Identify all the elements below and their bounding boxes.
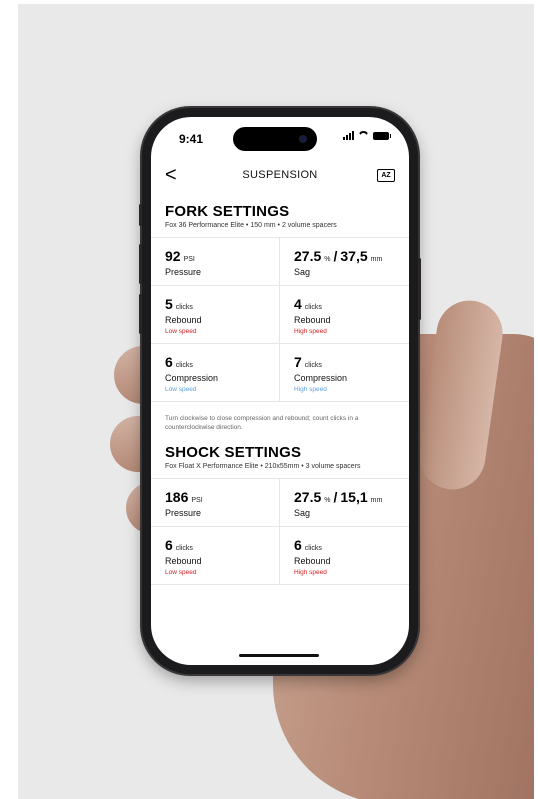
fork-sag-mm-unit: mm xyxy=(370,256,383,263)
shock-pressure-cell[interactable]: 186 PSI Pressure xyxy=(151,479,280,527)
fork-pressure-unit: PSI xyxy=(183,256,195,263)
fork-sag-percent: 27.5 xyxy=(294,248,322,264)
action-button xyxy=(139,204,142,226)
shock-settings-title: SHOCK SETTINGS xyxy=(165,444,302,461)
shock-rebound-high-speed: High speed xyxy=(294,569,327,576)
fork-rebound-high-value: 4 xyxy=(294,296,302,312)
shock-sag-percent-unit: % xyxy=(324,497,331,504)
fork-compression-high-cell[interactable]: 7 clicks Compression High speed xyxy=(280,344,409,402)
shock-pressure-value: 186 xyxy=(165,489,189,505)
shock-rebound-low-cell[interactable]: 6 clicks Rebound Low speed xyxy=(151,527,280,585)
signal-icon xyxy=(343,131,354,140)
fork-compression-low-cell[interactable]: 6 clicks Compression Low speed xyxy=(151,344,280,402)
fork-compression-high-unit: clicks xyxy=(304,362,322,369)
fork-compression-low-speed: Low speed xyxy=(165,386,197,393)
fork-settings-grid: 92 PSI Pressure 27.5%/37,5 mm Sag 5 clicks … xyxy=(151,237,409,402)
fork-sag-percent-unit: % xyxy=(324,256,331,263)
fork-compression-low-value: 6 xyxy=(165,354,173,370)
photo-background: 9:41 < SUSPENSION AZ FORK SETTINGS Fox 3… xyxy=(18,4,534,799)
shock-rebound-low-label: Rebound xyxy=(165,556,202,566)
shock-rebound-high-unit: clicks xyxy=(304,545,322,552)
phone-screen: 9:41 < SUSPENSION AZ FORK SETTINGS Fox 3… xyxy=(151,117,409,665)
fork-rebound-low-label: Rebound xyxy=(165,315,202,325)
dynamic-island xyxy=(233,127,317,151)
fork-rebound-high-cell[interactable]: 4 clicks Rebound High speed xyxy=(280,286,409,344)
shock-sag-label: Sag xyxy=(294,508,311,518)
volume-down-button xyxy=(139,294,142,334)
volume-up-button xyxy=(139,244,142,284)
shock-rebound-high-value: 6 xyxy=(294,537,302,553)
fork-sag-label: Sag xyxy=(294,267,311,277)
page-title: SUSPENSION xyxy=(242,169,318,181)
shock-sag-mm: 15,1 xyxy=(340,489,368,505)
fork-rebound-low-value: 5 xyxy=(165,296,173,312)
battery-icon xyxy=(373,132,391,140)
shock-sag-mm-unit: mm xyxy=(370,497,383,504)
content: FORK SETTINGS Fox 36 Performance Elite •… xyxy=(151,203,409,585)
nav-bar: < SUSPENSION AZ xyxy=(151,161,409,191)
fork-rebound-high-speed: High speed xyxy=(294,328,327,335)
fork-sag-separator: / xyxy=(333,248,338,264)
shock-rebound-low-unit: clicks xyxy=(175,545,193,552)
fork-sag-cell[interactable]: 27.5%/37,5 mm Sag xyxy=(280,238,409,286)
shock-rebound-high-label: Rebound xyxy=(294,556,331,566)
shock-pressure-label: Pressure xyxy=(165,508,202,518)
shock-pressure-unit: PSI xyxy=(191,497,203,504)
fork-settings-title: FORK SETTINGS xyxy=(165,203,290,220)
fork-rebound-high-label: Rebound xyxy=(294,315,331,325)
fork-compression-high-label: Compression xyxy=(294,373,348,383)
fork-settings-note: Turn clockwise to close compression and … xyxy=(165,415,359,431)
shock-settings-subtitle: Fox Float X Performance Elite • 210x55mm… xyxy=(165,463,361,470)
shock-sag-percent: 27.5 xyxy=(294,489,322,505)
shock-rebound-low-speed: Low speed xyxy=(165,569,197,576)
fork-pressure-cell[interactable]: 92 PSI Pressure xyxy=(151,238,280,286)
phone-device: 9:41 < SUSPENSION AZ FORK SETTINGS Fox 3… xyxy=(139,108,421,674)
shock-sag-cell[interactable]: 27.5%/15,1 mm Sag xyxy=(280,479,409,527)
fork-pressure-value: 92 xyxy=(165,248,181,264)
shock-settings-grid: 186 PSI Pressure 27.5%/15,1 mm Sag 6 clicks… xyxy=(151,478,409,585)
fork-rebound-low-unit: clicks xyxy=(175,304,193,311)
fork-compression-high-value: 7 xyxy=(294,354,302,370)
shock-rebound-high-cell[interactable]: 6 clicks Rebound High speed xyxy=(280,527,409,585)
fork-rebound-high-unit: clicks xyxy=(304,304,322,311)
power-button xyxy=(418,258,421,320)
camera xyxy=(299,135,307,143)
fork-sag-mm: 37,5 xyxy=(340,248,368,264)
fork-rebound-low-cell[interactable]: 5 clicks Rebound Low speed xyxy=(151,286,280,344)
status-time: 9:41 xyxy=(179,132,204,146)
fork-rebound-low-speed: Low speed xyxy=(165,328,197,335)
wifi-icon xyxy=(358,131,369,140)
manual-book-icon[interactable]: AZ xyxy=(377,169,395,182)
fork-compression-high-speed: High speed xyxy=(294,386,327,393)
fork-compression-low-label: Compression xyxy=(165,373,219,383)
shock-rebound-low-value: 6 xyxy=(165,537,173,553)
fork-settings-subtitle: Fox 36 Performance Elite • 150 mm • 2 vo… xyxy=(165,222,337,229)
fork-compression-low-unit: clicks xyxy=(175,362,193,369)
home-indicator[interactable] xyxy=(239,654,319,657)
shock-sag-separator: / xyxy=(333,489,338,505)
fork-pressure-label: Pressure xyxy=(165,267,202,277)
status-icons xyxy=(343,131,391,140)
